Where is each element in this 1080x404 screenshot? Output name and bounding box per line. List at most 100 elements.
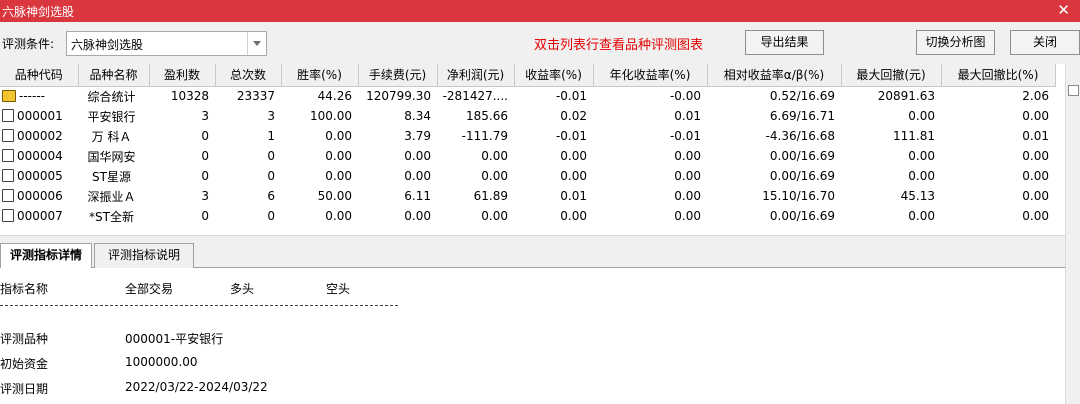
- table-row[interactable]: ------ 综合统计 10328 23337 44.26 120799.30 …: [0, 86, 1055, 106]
- col-header-return[interactable]: 收益率(%): [514, 64, 594, 87]
- detail-panel: 指标名称 全部交易 多头 空头 评测品种 000001-平安银行 初始资金 10…: [0, 268, 1065, 404]
- detail-value-symbol: 000001-平安银行: [125, 332, 224, 346]
- cell-code: 000004: [17, 149, 63, 163]
- cell-total-count: 0: [267, 149, 275, 163]
- cell-code: 000007: [17, 209, 63, 223]
- cell-max-drawdown-ratio: 0.00: [1022, 189, 1049, 203]
- cell-code: 000005: [17, 169, 63, 183]
- cell-name: *ST全新: [89, 209, 134, 224]
- col-header-profit-count[interactable]: 盈利数: [149, 64, 216, 87]
- col-header-fee[interactable]: 手续费(元): [358, 64, 438, 87]
- cell-max-drawdown: 20891.63: [877, 89, 935, 104]
- detail-header-long: 多头: [230, 282, 255, 296]
- table-row[interactable]: 000004 国华网安 0 0 0.00 0.00 0.00 0.00 0.00…: [0, 146, 1055, 166]
- cell-net-profit: 0.00: [481, 149, 508, 163]
- cell-profit-count: 0: [201, 149, 209, 163]
- cell-win-rate: 50.00: [317, 189, 352, 203]
- tab-detail[interactable]: 评测指标详情: [0, 243, 92, 269]
- cell-profit-count: 10328: [170, 89, 209, 104]
- cell-return: 0.02: [560, 109, 587, 123]
- cell-name: 深振业Ａ: [87, 189, 136, 204]
- col-header-relative-return[interactable]: 相对收益率α/β(%): [707, 64, 842, 87]
- cell-fee: 3.79: [404, 129, 431, 143]
- table-row[interactable]: 000007 *ST全新 0 0 0.00 0.00 0.00 0.00 0.0…: [0, 206, 1055, 226]
- condition-select[interactable]: 六脉神剑选股: [66, 31, 267, 56]
- divider: [0, 305, 398, 306]
- summary-icon: [2, 90, 16, 103]
- table-row[interactable]: 000001 平安银行 3 3 100.00 8.34 185.66 0.02 …: [0, 106, 1055, 126]
- cell-return: 0.00: [560, 169, 587, 183]
- cell-total-count: 23337: [236, 89, 275, 104]
- switch-chart-button[interactable]: 切换分析图: [916, 30, 995, 55]
- vertical-scrollbar[interactable]: [1065, 64, 1080, 404]
- toolbar: 评测条件: 六脉神剑选股 双击列表行查看品种评测图表 导出结果 切换分析图 关闭: [0, 22, 1080, 64]
- scroll-checkbox[interactable]: [1068, 85, 1079, 96]
- title-bar: 六脉神剑选股 ✕: [0, 0, 1080, 22]
- condition-select-value: 六脉神剑选股: [71, 38, 144, 52]
- cell-max-drawdown: 0.00: [908, 149, 935, 163]
- table-header-row: 品种代码 品种名称 盈利数 总次数 胜率(%) 手续费(元) 净利润(元) 收益…: [0, 64, 1056, 87]
- col-header-max-drawdown-ratio[interactable]: 最大回撤比(%): [941, 64, 1056, 87]
- cell-total-count: 1: [267, 129, 275, 143]
- cell-total-count: 3: [267, 109, 275, 123]
- table-row[interactable]: 000005 ST星源 0 0 0.00 0.00 0.00 0.00 0.00…: [0, 166, 1055, 186]
- cell-fee: 6.11: [404, 189, 431, 203]
- cell-net-profit: -281427....: [442, 89, 508, 104]
- cell-annual-return: 0.01: [674, 109, 701, 123]
- cell-relative-return: 6.69/16.71: [769, 109, 835, 123]
- window-close-icon[interactable]: ✕: [1057, 1, 1070, 19]
- cell-win-rate: 0.00: [325, 209, 352, 223]
- cell-max-drawdown-ratio: 0.00: [1022, 209, 1049, 223]
- cell-profit-count: 0: [201, 129, 209, 143]
- cell-name: 万 科Ａ: [91, 129, 132, 144]
- cell-max-drawdown-ratio: 0.00: [1022, 169, 1049, 183]
- detail-header-indicator: 指标名称: [0, 282, 49, 296]
- cell-annual-return: 0.00: [674, 149, 701, 163]
- cell-fee: 8.34: [404, 109, 431, 123]
- table-row[interactable]: 000002 万 科Ａ 0 1 0.00 3.79 -111.79 -0.01 …: [0, 126, 1055, 146]
- cell-max-drawdown-ratio: 2.06: [1022, 89, 1049, 104]
- cell-relative-return: 0.00/16.69: [769, 149, 835, 163]
- document-icon: [2, 149, 14, 162]
- col-header-win-rate[interactable]: 胜率(%): [281, 64, 359, 87]
- hint-text: 双击列表行查看品种评测图表: [534, 38, 704, 53]
- cell-code: 000002: [17, 129, 63, 143]
- cell-net-profit: 0.00: [481, 169, 508, 183]
- col-header-total-count[interactable]: 总次数: [215, 64, 282, 87]
- cell-total-count: 0: [267, 209, 275, 223]
- document-icon: [2, 209, 14, 222]
- cell-name: ST星源: [92, 169, 131, 184]
- cell-annual-return: 0.00: [674, 189, 701, 203]
- cell-profit-count: 3: [201, 189, 209, 203]
- cell-name: 综合统计: [87, 89, 136, 104]
- cell-return: 0.00: [560, 149, 587, 163]
- cell-max-drawdown-ratio: 0.01: [1022, 129, 1049, 143]
- chevron-down-icon[interactable]: [247, 32, 266, 55]
- cell-annual-return: 0.00: [674, 209, 701, 223]
- col-header-max-drawdown[interactable]: 最大回撤(元): [841, 64, 942, 87]
- cell-return: 0.00: [560, 209, 587, 223]
- cell-max-drawdown-ratio: 0.00: [1022, 109, 1049, 123]
- results-table: 品种代码 品种名称 盈利数 总次数 胜率(%) 手续费(元) 净利润(元) 收益…: [0, 64, 1065, 235]
- cell-fee: 0.00: [404, 169, 431, 183]
- cell-code: 000001: [17, 109, 63, 123]
- cell-relative-return: 0.00/16.69: [769, 169, 835, 183]
- window-title: 六脉神剑选股: [2, 5, 75, 19]
- detail-value-capital: 1000000.00: [125, 355, 198, 369]
- cell-relative-return: 15.10/16.70: [762, 189, 835, 203]
- col-header-code[interactable]: 品种代码: [0, 64, 79, 87]
- cell-max-drawdown: 45.13: [900, 189, 935, 203]
- cell-relative-return: 0.00/16.69: [769, 209, 835, 223]
- col-header-name[interactable]: 品种名称: [78, 64, 150, 87]
- cell-win-rate: 0.00: [325, 129, 352, 143]
- document-icon: [2, 189, 14, 202]
- close-button[interactable]: 关闭: [1010, 30, 1080, 55]
- cell-name: 平安银行: [87, 109, 136, 124]
- detail-header-all: 全部交易: [125, 282, 174, 296]
- col-header-net-profit[interactable]: 净利润(元): [437, 64, 515, 87]
- tab-explain[interactable]: 评测指标说明: [94, 243, 194, 268]
- table-row[interactable]: 000006 深振业Ａ 3 6 50.00 6.11 61.89 0.01 0.…: [0, 186, 1055, 206]
- col-header-annual-return[interactable]: 年化收益率(%): [593, 64, 708, 87]
- cell-return: -0.01: [555, 129, 587, 143]
- export-button[interactable]: 导出结果: [745, 30, 824, 55]
